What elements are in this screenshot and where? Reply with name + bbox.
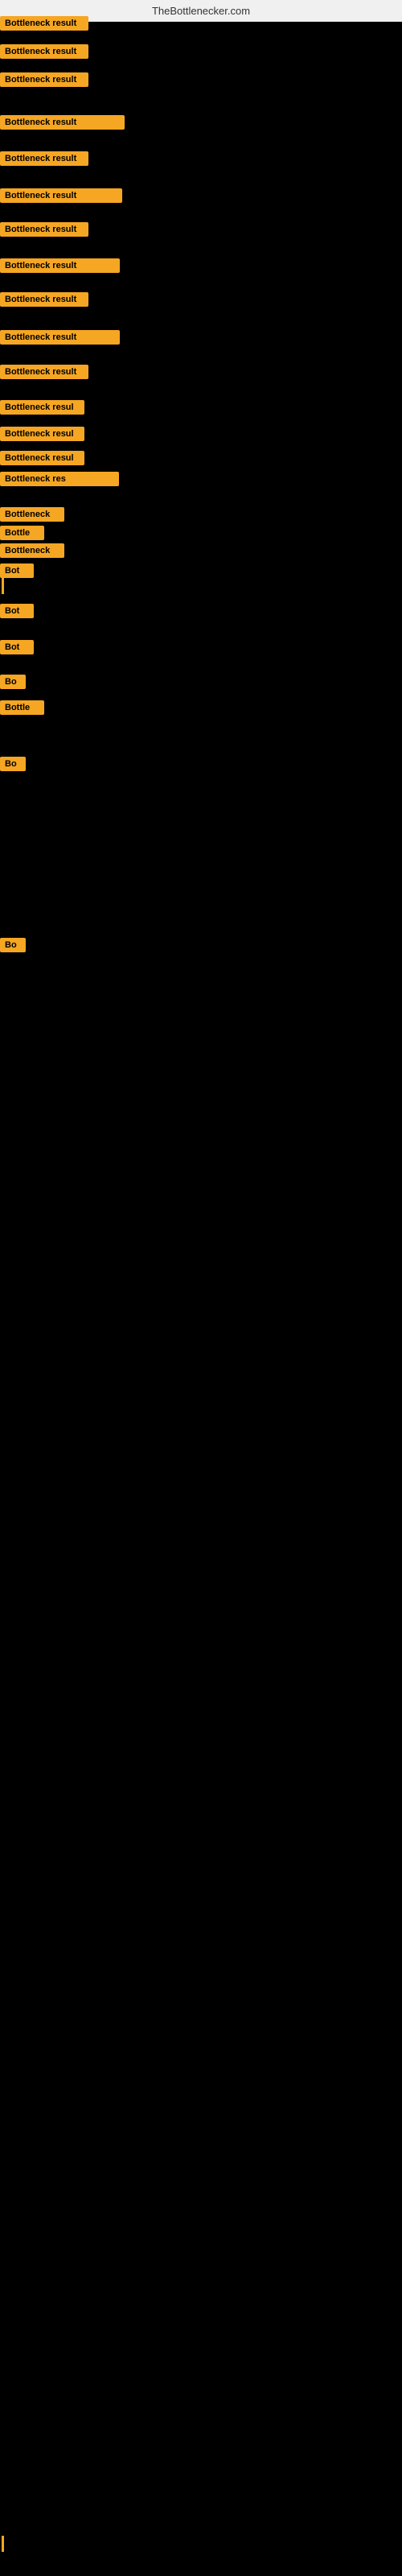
bottleneck-badge-row: Bottleneck result xyxy=(0,44,88,63)
bottleneck-badge-row: Bottleneck result xyxy=(0,365,88,383)
bottleneck-badge-row: Bottleneck resul xyxy=(0,400,84,419)
bottleneck-badge-row: Bottleneck xyxy=(0,543,64,562)
bottleneck-badge-row: Bottleneck result xyxy=(0,16,88,35)
bottleneck-result-badge[interactable]: Bot xyxy=(0,640,34,654)
bottleneck-badge-row: Bottleneck resul xyxy=(0,451,84,469)
bottleneck-result-badge[interactable]: Bot xyxy=(0,604,34,618)
bottleneck-result-badge[interactable]: Bottle xyxy=(0,526,44,540)
vertical-line-marker xyxy=(2,2536,4,2552)
bottleneck-badge-row: Bot xyxy=(0,640,34,658)
bottleneck-result-badge[interactable]: Bo xyxy=(0,675,26,689)
bottleneck-result-badge[interactable]: Bot xyxy=(0,564,34,578)
bottleneck-result-badge[interactable]: Bottleneck result xyxy=(0,115,125,130)
bottleneck-result-badge[interactable]: Bottleneck res xyxy=(0,472,119,486)
bottleneck-result-badge[interactable]: Bottleneck resul xyxy=(0,427,84,441)
bottleneck-badge-row: Bottle xyxy=(0,526,44,544)
bottleneck-badge-row: Bo xyxy=(0,938,26,956)
bottleneck-badge-row: Bottleneck result xyxy=(0,292,88,311)
bottleneck-badge-row: Bo xyxy=(0,675,26,693)
bottleneck-result-badge[interactable]: Bottleneck result xyxy=(0,72,88,87)
bottleneck-badge-row: Bottleneck result xyxy=(0,258,120,277)
bottleneck-result-badge[interactable]: Bo xyxy=(0,938,26,952)
bottleneck-result-badge[interactable]: Bottleneck result xyxy=(0,258,120,273)
bottleneck-badge-row: Bottleneck xyxy=(0,507,64,526)
bottleneck-result-badge[interactable]: Bottleneck result xyxy=(0,44,88,59)
bottleneck-result-badge[interactable]: Bottleneck result xyxy=(0,292,88,307)
bottleneck-badge-row: Bottleneck result xyxy=(0,188,122,207)
bottleneck-badge-row: Bottleneck res xyxy=(0,472,119,490)
bottleneck-badge-row: Bottle xyxy=(0,700,44,719)
vertical-line-marker xyxy=(2,578,4,594)
bottleneck-result-badge[interactable]: Bottleneck resul xyxy=(0,400,84,415)
bottleneck-badge-row: Bottleneck result xyxy=(0,222,88,241)
bottleneck-result-badge[interactable]: Bottleneck result xyxy=(0,365,88,379)
bottleneck-result-badge[interactable]: Bottleneck xyxy=(0,543,64,558)
bottleneck-badge-row: Bot xyxy=(0,604,34,622)
bottleneck-badge-row: Bottleneck resul xyxy=(0,427,84,445)
bottleneck-badge-row: Bottleneck result xyxy=(0,72,88,91)
bottleneck-result-badge[interactable]: Bottleneck result xyxy=(0,151,88,166)
bottleneck-badge-row: Bottleneck result xyxy=(0,115,125,134)
bottleneck-result-badge[interactable]: Bottleneck xyxy=(0,507,64,522)
bottleneck-result-badge[interactable]: Bottleneck result xyxy=(0,16,88,31)
bottleneck-badge-row: Bo xyxy=(0,757,26,775)
bottleneck-badge-row: Bot xyxy=(0,564,34,582)
bottleneck-result-badge[interactable]: Bottleneck result xyxy=(0,222,88,237)
bottleneck-result-badge[interactable]: Bottleneck result xyxy=(0,330,120,345)
bottleneck-result-badge[interactable]: Bottleneck resul xyxy=(0,451,84,465)
bottleneck-badge-row: Bottleneck result xyxy=(0,330,120,349)
bottleneck-result-badge[interactable]: Bo xyxy=(0,757,26,771)
bottleneck-result-badge[interactable]: Bottle xyxy=(0,700,44,715)
bottleneck-badge-row: Bottleneck result xyxy=(0,151,88,170)
bottleneck-result-badge[interactable]: Bottleneck result xyxy=(0,188,122,203)
